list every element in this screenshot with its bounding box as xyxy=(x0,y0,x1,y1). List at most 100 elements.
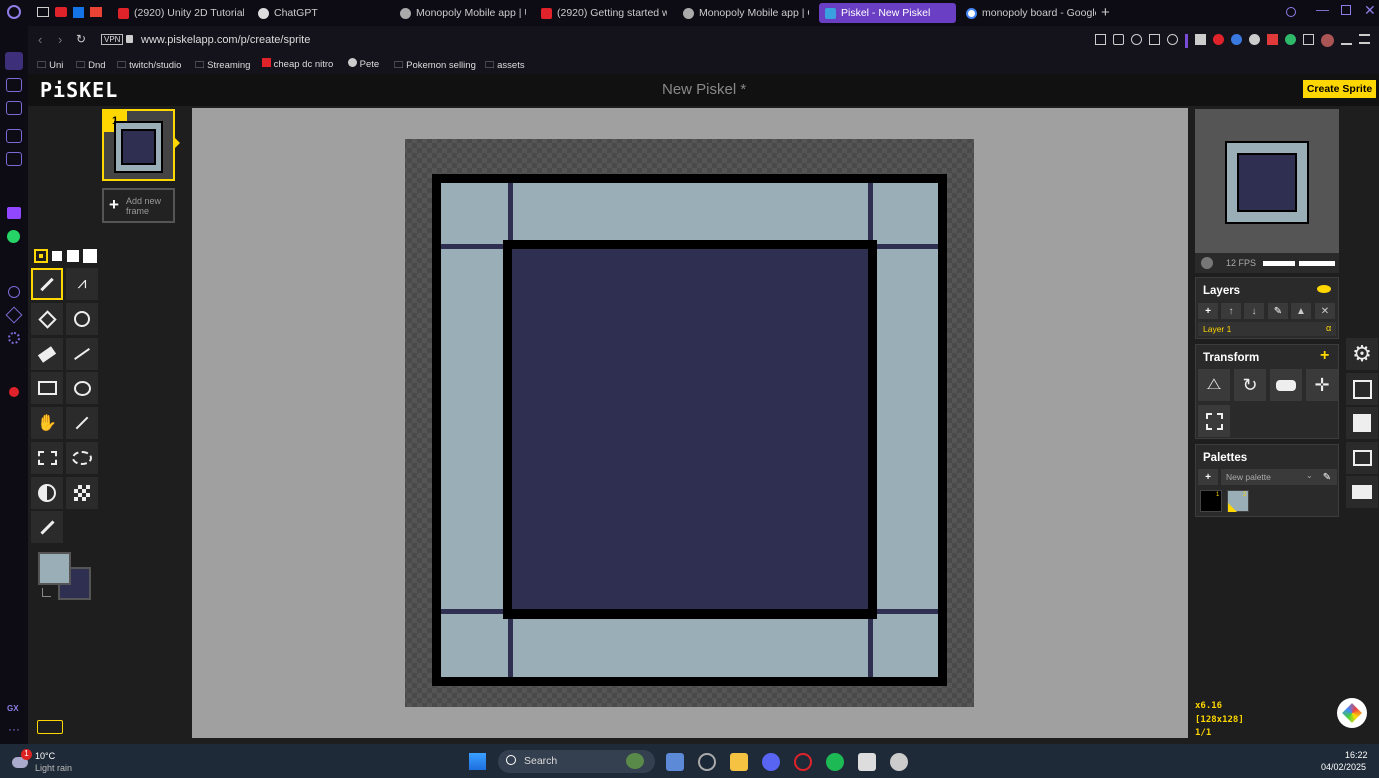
start-button[interactable] xyxy=(469,753,486,770)
photos-icon[interactable] xyxy=(666,753,684,771)
url-field[interactable]: www.piskelapp.com/p/create/sprite xyxy=(141,34,310,46)
color-wheel-button[interactable] xyxy=(1337,698,1367,728)
export-button[interactable] xyxy=(1346,442,1378,474)
move-layer-down-button[interactable]: ↓ xyxy=(1244,303,1264,319)
fps-slider-handle[interactable] xyxy=(1295,259,1299,268)
extension-icon[interactable] xyxy=(1231,34,1242,45)
discord-icon[interactable] xyxy=(762,753,780,771)
lasso-selection-tool[interactable] xyxy=(66,442,98,474)
gmail-icon[interactable] xyxy=(90,7,102,17)
wallet-icon[interactable] xyxy=(6,78,22,92)
add-palette-button[interactable]: + xyxy=(1198,469,1218,485)
reload-icon[interactable]: ↻ xyxy=(76,32,86,46)
circle-tool[interactable] xyxy=(66,372,98,404)
lighten-tool[interactable] xyxy=(31,477,63,509)
paint-bucket-tool[interactable] xyxy=(31,303,63,335)
align-button[interactable]: ✛ xyxy=(1306,369,1338,401)
rectangle-selection-tool[interactable] xyxy=(31,442,63,474)
extension-icon[interactable] xyxy=(9,387,19,397)
avatar[interactable] xyxy=(1321,34,1334,47)
maximize-button[interactable] xyxy=(1341,5,1351,15)
palette-color-2[interactable]: 2 xyxy=(1227,490,1249,512)
keyboard-icon[interactable] xyxy=(37,720,63,734)
edit-palette-button[interactable]: ✎ xyxy=(1317,469,1337,485)
twitch-icon[interactable] xyxy=(7,207,21,219)
pen-size-4[interactable] xyxy=(83,249,97,263)
home-icon[interactable] xyxy=(5,52,23,70)
close-window-button[interactable]: ✕ xyxy=(1364,2,1376,19)
pen-tool[interactable] xyxy=(31,268,63,300)
paint-same-color-tool[interactable] xyxy=(66,303,98,335)
minimize-button[interactable]: — xyxy=(1316,2,1329,17)
taskbar-search[interactable]: Search xyxy=(498,750,655,773)
bookmark-cheap-dc-nitro[interactable]: cheap dc nitro xyxy=(262,58,333,70)
primary-color-swatch[interactable] xyxy=(38,552,71,585)
heart-icon[interactable] xyxy=(1167,34,1178,45)
shape-selection-tool[interactable] xyxy=(66,407,98,439)
pen-size-2[interactable] xyxy=(52,251,62,261)
shield-icon[interactable] xyxy=(1131,34,1142,45)
extension-icon[interactable] xyxy=(1285,34,1296,45)
weather-widget[interactable]: 1 10°C Light rain xyxy=(10,748,90,776)
extension-icon[interactable] xyxy=(1195,34,1206,45)
gallery-icon[interactable] xyxy=(37,7,49,17)
camera-icon[interactable] xyxy=(1113,34,1124,45)
outlook-icon[interactable] xyxy=(73,7,84,18)
bookmark-dnd[interactable]: 🗀 Dnd xyxy=(76,58,106,74)
tab-chatgpt[interactable]: ChatGPT xyxy=(252,3,384,23)
merge-layer-button[interactable]: ▲ xyxy=(1291,303,1311,319)
color-picker-tool[interactable] xyxy=(31,511,63,543)
vpn-badge[interactable]: VPN xyxy=(101,34,124,45)
tab-piskel[interactable]: Piskel - New Piskel xyxy=(819,3,956,23)
extension-icon[interactable] xyxy=(1267,34,1278,45)
swap-colors-icon[interactable] xyxy=(42,588,51,597)
extension-icon[interactable] xyxy=(1249,34,1260,45)
move-layer-up-button[interactable]: ↑ xyxy=(1221,303,1241,319)
save-button[interactable] xyxy=(1346,407,1378,439)
youtube-icon[interactable] xyxy=(55,7,67,17)
palette-color-1[interactable]: 1 xyxy=(1200,490,1222,512)
delete-layer-button[interactable]: ✕ xyxy=(1315,303,1335,319)
eraser-tool[interactable] xyxy=(31,338,63,370)
palette-select[interactable]: New palette ⌄ xyxy=(1221,469,1317,485)
tab-google[interactable]: monopoly board - Google xyxy=(960,3,1096,23)
tab-getting-started[interactable]: (2920) Getting started wit xyxy=(535,3,667,23)
settings-icon[interactable] xyxy=(8,332,20,344)
pen-size-3[interactable] xyxy=(67,250,79,262)
layer-row[interactable]: Layer 1 α xyxy=(1198,322,1336,336)
play-icon[interactable] xyxy=(1149,34,1160,45)
gx-icon[interactable]: GX xyxy=(7,704,19,713)
bookmark-uni[interactable]: 🗀 Uni xyxy=(37,58,63,74)
unity-icon[interactable] xyxy=(858,753,876,771)
rectangle-tool[interactable] xyxy=(31,372,63,404)
import-button[interactable] xyxy=(1346,476,1378,508)
bookmark-twitch-studio[interactable]: 🗀 twitch/studio xyxy=(117,58,181,74)
frame-thumbnail[interactable]: 1 xyxy=(102,109,180,181)
move-tool[interactable]: ✋ xyxy=(31,407,63,439)
mirror-pen-tool[interactable]: ⩘ xyxy=(66,268,98,300)
bookmark-pete[interactable]: Pete xyxy=(348,58,379,70)
new-tab-button[interactable]: + xyxy=(1101,4,1110,21)
chat-icon[interactable] xyxy=(6,129,22,143)
onion-skin-icon[interactable] xyxy=(1201,257,1213,269)
cube-icon[interactable] xyxy=(5,306,23,324)
rotate-button[interactable]: ↻ xyxy=(1234,369,1266,401)
animation-preview[interactable] xyxy=(1195,109,1339,253)
clone-button[interactable] xyxy=(1270,369,1302,401)
resize-button[interactable] xyxy=(1346,373,1378,405)
steam-icon[interactable] xyxy=(698,753,716,771)
menu-icon[interactable] xyxy=(1359,34,1370,44)
flip-button[interactable]: ⧍ xyxy=(1198,369,1230,401)
layer-opacity[interactable]: α xyxy=(1326,323,1331,333)
piskel-logo[interactable]: PiSKEL xyxy=(40,78,118,102)
history-icon[interactable] xyxy=(8,286,20,298)
tab-monopoly-2[interactable]: Monopoly Mobile app | Or xyxy=(677,3,809,23)
bookmark-assets[interactable]: 🗀 assets xyxy=(485,58,525,74)
spotify-icon[interactable] xyxy=(826,753,844,771)
opera-logo-icon[interactable] xyxy=(7,5,21,19)
edit-icon[interactable] xyxy=(1095,34,1106,45)
add-layer-button[interactable]: + xyxy=(1198,303,1218,319)
messenger-icon[interactable] xyxy=(6,152,22,166)
fps-slider[interactable] xyxy=(1263,259,1335,268)
drawing-stage[interactable] xyxy=(192,108,1188,738)
